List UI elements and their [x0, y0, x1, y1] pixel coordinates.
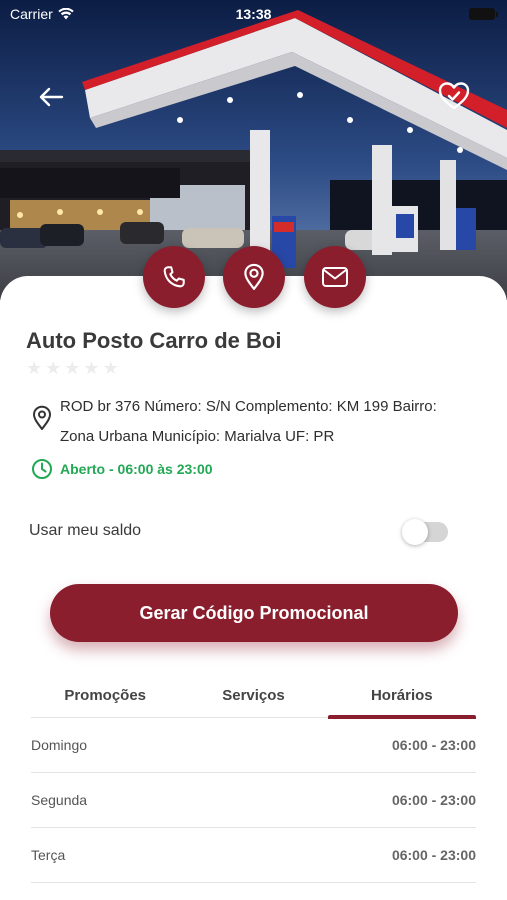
heart-icon	[438, 82, 470, 110]
tab-promocoes[interactable]: Promoções	[31, 680, 179, 717]
toggle-knob	[402, 519, 428, 545]
phone-icon	[163, 266, 185, 288]
clock-icon	[31, 458, 53, 485]
tab-horarios[interactable]: Horários	[327, 680, 477, 719]
tab-servicos[interactable]: Serviços	[179, 680, 327, 717]
star-icon: ★	[26, 358, 43, 378]
schedule-hours: 06:00 - 23:00	[391, 737, 476, 753]
battery-icon	[469, 8, 498, 20]
use-balance-label: Usar meu saldo	[29, 522, 142, 539]
schedule-hours: 06:00 - 23:00	[391, 792, 476, 808]
schedule-list: Domingo 06:00 - 23:00 Segunda 06:00 - 23…	[31, 718, 476, 883]
schedule-hours: 06:00 - 23:00	[391, 847, 476, 863]
schedule-row: Domingo 06:00 - 23:00	[31, 718, 476, 773]
station-address: ROD br 376 Número: S/N Complemento: KM 1…	[60, 398, 437, 445]
email-button[interactable]	[304, 246, 366, 308]
location-pin-icon	[31, 405, 53, 436]
tab-bar: Promoções Serviços Horários	[31, 680, 477, 719]
generate-promo-code-button[interactable]: Gerar Código Promocional	[50, 584, 458, 642]
star-icon: ★	[102, 358, 119, 378]
star-icon: ★	[64, 358, 81, 378]
station-name: Auto Posto Carro de Boi	[26, 328, 282, 353]
schedule-day: Domingo	[31, 737, 88, 753]
schedule-row: Terça 06:00 - 23:00	[31, 828, 476, 883]
schedule-row: Segunda 06:00 - 23:00	[31, 773, 476, 828]
favorite-button[interactable]	[436, 78, 472, 114]
map-pin-icon	[244, 263, 264, 290]
star-icon: ★	[45, 358, 62, 378]
status-bar: Carrier 13:38	[0, 0, 507, 28]
star-icon: ★	[83, 358, 100, 378]
call-button[interactable]	[143, 246, 205, 308]
back-button[interactable]	[34, 80, 68, 114]
open-status: Aberto - 06:00 às 23:00	[60, 461, 213, 477]
mail-icon	[322, 267, 348, 287]
map-button[interactable]	[223, 246, 285, 308]
rating-stars: ★ ★ ★ ★ ★	[26, 359, 119, 377]
use-balance-toggle[interactable]	[402, 519, 448, 545]
schedule-day: Terça	[31, 847, 66, 863]
arrow-left-icon	[39, 87, 64, 107]
schedule-day: Segunda	[31, 792, 88, 808]
clock-time: 13:38	[235, 6, 272, 22]
